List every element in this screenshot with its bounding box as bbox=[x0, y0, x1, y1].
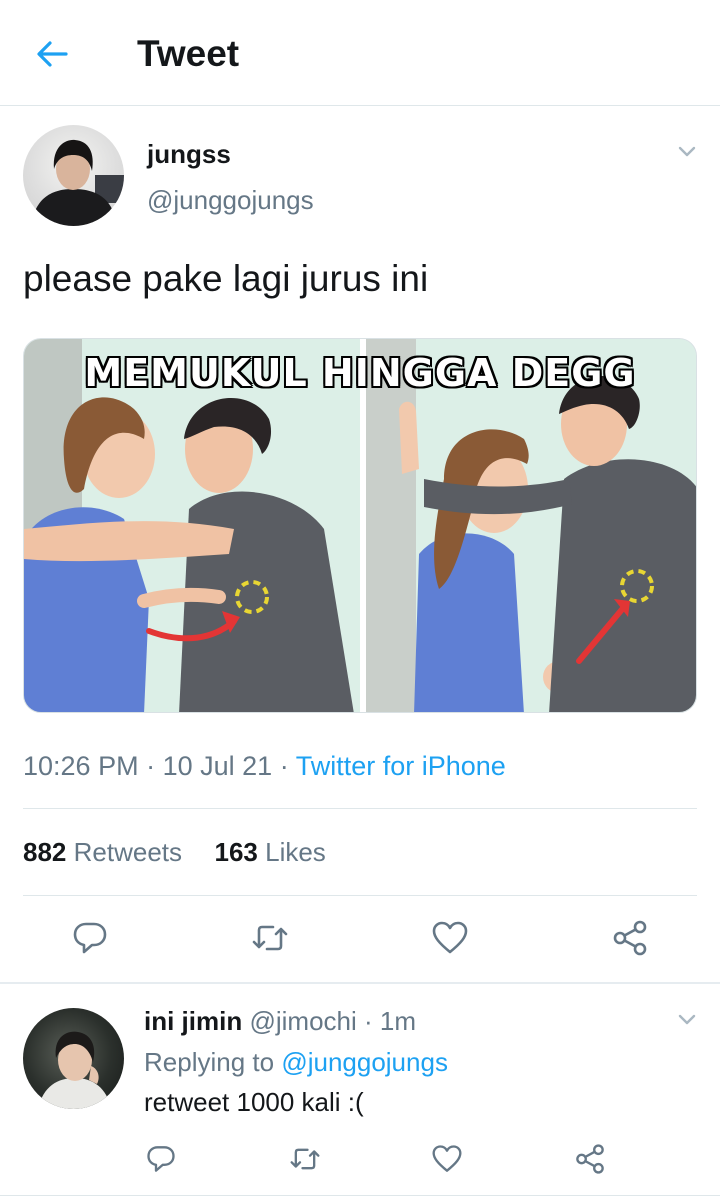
top-bar bbox=[0, 0, 720, 106]
reply-options-button[interactable] bbox=[673, 1006, 701, 1034]
reply-avatar[interactable] bbox=[23, 1008, 124, 1109]
reply-button[interactable] bbox=[62, 910, 118, 966]
author-handle[interactable]: @junggojungs bbox=[147, 184, 314, 216]
share-icon bbox=[613, 920, 647, 956]
meme-caption: MEMUKUL HINGGA DEGG bbox=[84, 351, 636, 395]
reply-like-button[interactable] bbox=[419, 1131, 475, 1187]
retweet-icon bbox=[252, 925, 288, 951]
author-name[interactable]: jungss bbox=[147, 138, 231, 170]
retweet-icon bbox=[290, 1148, 320, 1170]
person-photo bbox=[31, 139, 124, 226]
share-button[interactable] bbox=[602, 910, 658, 966]
tweet-stats: 882 Retweets 163 Likes bbox=[23, 835, 326, 869]
reply-retweet-button[interactable] bbox=[277, 1131, 333, 1187]
tweet-text: please pake lagi jurus ini bbox=[23, 258, 429, 299]
back-button[interactable] bbox=[28, 30, 76, 78]
divider bbox=[23, 808, 697, 809]
meme-illustration bbox=[24, 339, 696, 712]
like-button[interactable] bbox=[422, 910, 478, 966]
likes-stat[interactable]: 163 Likes bbox=[214, 837, 325, 867]
separator-dot: · bbox=[279, 751, 289, 781]
tweet-meta: 10:26 PM · 10 Jul 21 · Twitter for iPhon… bbox=[23, 748, 506, 784]
tweet-source-link[interactable]: Twitter for iPhone bbox=[296, 751, 506, 781]
reply-reply-button[interactable] bbox=[133, 1131, 189, 1187]
divider bbox=[0, 1195, 720, 1196]
reply-text: retweet 1000 kali :( bbox=[144, 1087, 364, 1117]
author-avatar[interactable] bbox=[23, 125, 124, 226]
chevron-down-icon bbox=[678, 1014, 696, 1025]
like-icon bbox=[432, 1145, 462, 1172]
section-divider bbox=[0, 982, 720, 984]
reply-header: ini jimin @jimochi · 1m bbox=[144, 1004, 416, 1038]
page-title: Tweet bbox=[137, 33, 240, 74]
replying-to: Replying to @junggojungs bbox=[144, 1045, 448, 1079]
reply-icon bbox=[73, 922, 107, 954]
reply-author-name[interactable]: ini jimin bbox=[144, 1006, 242, 1036]
separator-dot: · bbox=[146, 751, 156, 781]
like-count: 163 bbox=[214, 837, 258, 867]
separator-dot: · bbox=[364, 1006, 373, 1036]
retweets-label: Retweets bbox=[73, 837, 183, 867]
tweet-date: 10 Jul 21 bbox=[162, 751, 273, 781]
replying-to-handle[interactable]: @junggojungs bbox=[281, 1047, 448, 1077]
tweet-time: 10:26 PM bbox=[23, 751, 139, 781]
reply-icon bbox=[147, 1146, 175, 1172]
retweets-stat[interactable]: 882 Retweets bbox=[23, 837, 182, 867]
tweet-options-button[interactable] bbox=[673, 138, 701, 166]
chevron-down-icon bbox=[678, 146, 696, 157]
retweet-button[interactable] bbox=[242, 910, 298, 966]
reply-share-button[interactable] bbox=[562, 1131, 618, 1187]
likes-label: Likes bbox=[265, 837, 326, 867]
replying-to-label: Replying to bbox=[144, 1047, 275, 1077]
share-icon bbox=[576, 1144, 604, 1174]
reply-author-handle[interactable]: @jimochi bbox=[249, 1006, 356, 1036]
back-arrow-icon bbox=[37, 41, 68, 67]
retweet-count: 882 bbox=[23, 837, 67, 867]
like-icon bbox=[432, 921, 468, 954]
divider bbox=[23, 895, 697, 896]
reply-time[interactable]: 1m bbox=[380, 1006, 416, 1036]
tweet-media[interactable]: MEMUKUL HINGGA DEGG bbox=[23, 338, 697, 713]
person-photo bbox=[38, 1031, 111, 1109]
